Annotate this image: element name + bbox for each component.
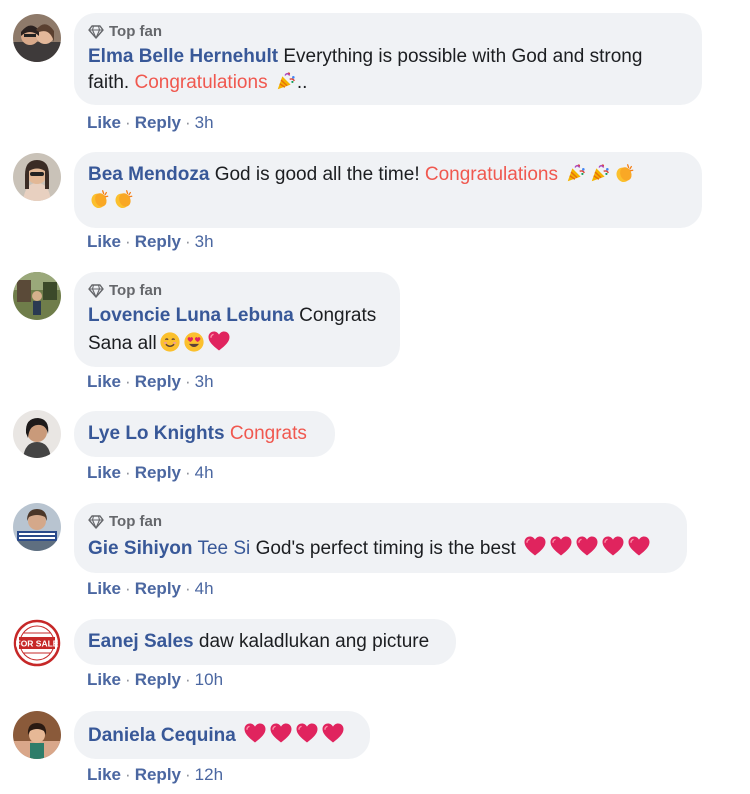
- comment-author[interactable]: Lovencie Luna Lebuna: [88, 305, 294, 326]
- smiling-face-icon: [159, 331, 181, 353]
- comment-author[interactable]: Elma Belle Hernehult: [88, 46, 278, 67]
- reply-button[interactable]: Reply: [135, 372, 181, 391]
- comment-bubble: Top fan Gie Sihiyon Tee Si God's perfect…: [74, 503, 687, 573]
- comment-bubble: Daniela Cequina: [74, 711, 370, 759]
- avatar[interactable]: [13, 272, 61, 320]
- reply-button[interactable]: Reply: [135, 670, 181, 689]
- reply-button[interactable]: Reply: [135, 765, 181, 784]
- red-heart-icon: [523, 534, 547, 558]
- red-heart-icon: [601, 534, 625, 558]
- like-button[interactable]: Like: [87, 670, 121, 689]
- highlighted-text[interactable]: Congrats: [230, 423, 307, 444]
- comment-actions: Like · Reply · 3h: [87, 232, 214, 251]
- timestamp[interactable]: 10h: [195, 670, 223, 689]
- comment-author[interactable]: Lye Lo Knights: [88, 423, 225, 444]
- comment-bubble: Top fan Elma Belle Hernehult Everything …: [74, 13, 702, 105]
- comment-text: Bea Mendoza God is good all the time! Co…: [88, 162, 688, 214]
- red-heart-icon: [243, 721, 267, 745]
- party-popper-icon: [275, 70, 297, 92]
- avatar[interactable]: [13, 14, 61, 62]
- red-heart-icon: [269, 721, 293, 745]
- red-heart-icon: [627, 534, 651, 558]
- comment-bubble: Bea Mendoza God is good all the time! Co…: [74, 152, 702, 228]
- timestamp[interactable]: 4h: [195, 463, 214, 482]
- reply-button[interactable]: Reply: [135, 232, 181, 251]
- comment-actions: Like · Reply · 12h: [87, 765, 224, 784]
- comment-author[interactable]: Bea Mendoza: [88, 164, 209, 185]
- red-heart-icon: [295, 721, 319, 745]
- party-popper-icon: [589, 162, 611, 184]
- top-fan-badge: Top fan: [88, 23, 688, 41]
- avatar[interactable]: [13, 503, 61, 551]
- red-heart-icon: [575, 534, 599, 558]
- comment-author[interactable]: Daniela Cequina: [88, 725, 236, 746]
- party-popper-icon: [565, 162, 587, 184]
- like-button[interactable]: Like: [87, 765, 121, 784]
- highlighted-text[interactable]: Congratulations: [134, 72, 267, 93]
- avatar[interactable]: [13, 711, 61, 759]
- comment-actions: Like · Reply · 4h: [87, 463, 214, 482]
- timestamp[interactable]: 3h: [195, 232, 214, 251]
- comment-text: Gie Sihiyon Tee Si God's perfect timing …: [88, 534, 673, 562]
- timestamp[interactable]: 3h: [195, 372, 214, 391]
- clapping-hands-icon: [112, 188, 134, 210]
- comment-text: Lye Lo Knights Congrats: [88, 421, 321, 447]
- timestamp[interactable]: 4h: [195, 579, 214, 598]
- mentioned-user[interactable]: Tee Si: [197, 538, 250, 559]
- comment-bubble: Eanej Sales daw kaladlukan ang picture: [74, 619, 456, 665]
- clapping-hands-icon: [613, 162, 635, 184]
- comment-actions: Like · Reply · 3h: [87, 113, 214, 132]
- like-button[interactable]: Like: [87, 113, 121, 132]
- avatar-stamp-text: FOR SALE: [16, 639, 59, 649]
- avatar[interactable]: FOR SALE: [13, 619, 61, 667]
- red-heart-icon: [207, 329, 231, 353]
- highlighted-text[interactable]: Congratulations: [425, 164, 558, 185]
- comment-actions: Like · Reply · 3h: [87, 372, 214, 391]
- diamond-icon: [88, 283, 104, 299]
- like-button[interactable]: Like: [87, 463, 121, 482]
- avatar[interactable]: [13, 410, 61, 458]
- avatar[interactable]: [13, 153, 61, 201]
- comment-bubble: Lye Lo Knights Congrats: [74, 411, 335, 457]
- diamond-icon: [88, 514, 104, 530]
- comment-text: Lovencie Luna Lebuna Congrats Sana all: [88, 305, 377, 354]
- comment-text: Elma Belle Hernehult Everything is possi…: [88, 46, 643, 93]
- comment-author[interactable]: Eanej Sales: [88, 631, 194, 652]
- like-button[interactable]: Like: [87, 579, 121, 598]
- clapping-hands-icon: [88, 188, 110, 210]
- reply-button[interactable]: Reply: [135, 463, 181, 482]
- top-fan-badge: Top fan: [88, 513, 673, 531]
- like-button[interactable]: Like: [87, 372, 121, 391]
- top-fan-badge: Top fan: [88, 282, 386, 300]
- comment-text: Daniela Cequina: [88, 721, 356, 749]
- timestamp[interactable]: 12h: [195, 765, 223, 784]
- comment-text: Eanej Sales daw kaladlukan ang picture: [88, 631, 430, 652]
- reply-button[interactable]: Reply: [135, 579, 181, 598]
- timestamp[interactable]: 3h: [195, 113, 214, 132]
- red-heart-icon: [549, 534, 573, 558]
- diamond-icon: [88, 24, 104, 40]
- comment-author[interactable]: Gie Sihiyon: [88, 538, 193, 559]
- reply-button[interactable]: Reply: [135, 113, 181, 132]
- comment-actions: Like · Reply · 4h: [87, 579, 214, 598]
- comment-actions: Like · Reply · 10h: [87, 670, 224, 689]
- heart-eyes-face-icon: [183, 331, 205, 353]
- like-button[interactable]: Like: [87, 232, 121, 251]
- red-heart-icon: [321, 721, 345, 745]
- comment-bubble: Top fan Lovencie Luna Lebuna Congrats Sa…: [74, 272, 400, 367]
